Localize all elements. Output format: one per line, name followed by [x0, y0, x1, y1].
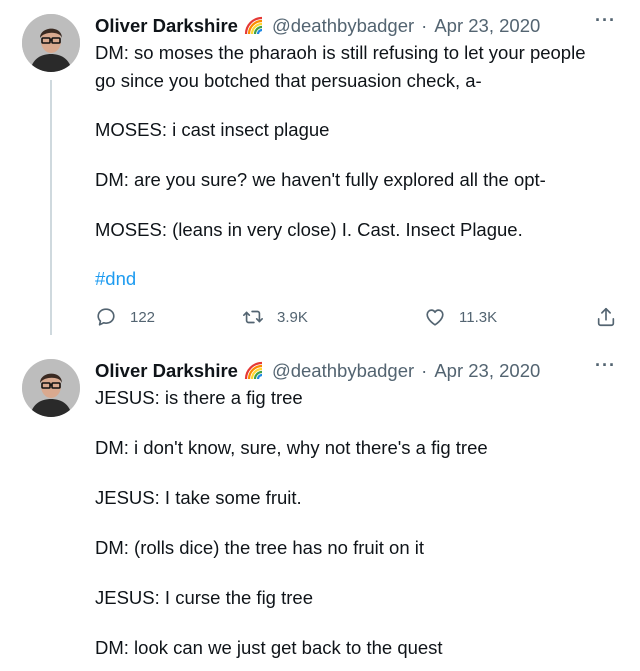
like-button[interactable]: 11.3K [424, 306, 497, 328]
author-name[interactable]: Oliver Darkshire [95, 15, 238, 37]
tweet-line: JESUS: I take some fruit. [95, 487, 302, 508]
thread-connector-line [50, 80, 52, 335]
tweet-actions: 122 3.9K 11.3K [95, 306, 625, 334]
tweet-line: DM: (rolls dice) the tree has no fruit o… [95, 537, 425, 558]
author-handle[interactable]: @deathbybadger [272, 360, 414, 382]
tweet-line: DM: look can we just get back to the que… [95, 637, 443, 658]
share-button[interactable] [595, 306, 617, 328]
reply-icon [97, 308, 115, 326]
avatar[interactable] [22, 359, 80, 417]
reply-button[interactable]: 122 [95, 306, 155, 328]
tweet-header: Oliver Darkshire @deathbybadger · Apr 23… [95, 355, 622, 384]
separator-dot: · [421, 360, 428, 381]
tweet-date[interactable]: Apr 23, 2020 [434, 15, 540, 37]
more-options-icon[interactable]: ··· [595, 355, 616, 376]
avatar[interactable] [22, 14, 80, 72]
share-icon [597, 307, 615, 327]
tweet-line: go since you botched that persuasion che… [95, 70, 482, 91]
tweet-line: MOSES: (leans in very close) I. Cast. In… [95, 219, 523, 240]
heart-icon [426, 309, 444, 326]
tweet-date[interactable]: Apr 23, 2020 [434, 360, 540, 382]
more-options-icon[interactable]: ··· [595, 10, 616, 31]
tweet-line: DM: i don't know, sure, why not there's … [95, 437, 488, 458]
tweet-line: JESUS: I curse the fig tree [95, 587, 313, 608]
retweet-count: 3.9K [277, 308, 308, 326]
rainbow-icon [244, 361, 264, 381]
reply-count: 122 [130, 308, 156, 326]
retweet-icon [243, 310, 263, 324]
retweet-button[interactable]: 3.9K [242, 306, 308, 328]
author-handle[interactable]: @deathbybadger [272, 15, 414, 37]
tweet-line: DM: so moses the pharaoh is still refusi… [95, 42, 586, 63]
tweet-line: DM: are you sure? we haven't fully explo… [95, 169, 546, 190]
tweet-line: JESUS: is there a fig tree [95, 387, 303, 408]
tweet-header: Oliver Darkshire @deathbybadger · Apr 23… [95, 10, 622, 39]
author-name[interactable]: Oliver Darkshire [95, 360, 238, 382]
rainbow-icon [244, 16, 264, 36]
separator-dot: · [421, 15, 428, 36]
like-count: 11.3K [459, 308, 498, 326]
tweet-line: MOSES: i cast insect plague [95, 119, 330, 140]
hashtag-link[interactable]: #dnd [95, 266, 136, 291]
